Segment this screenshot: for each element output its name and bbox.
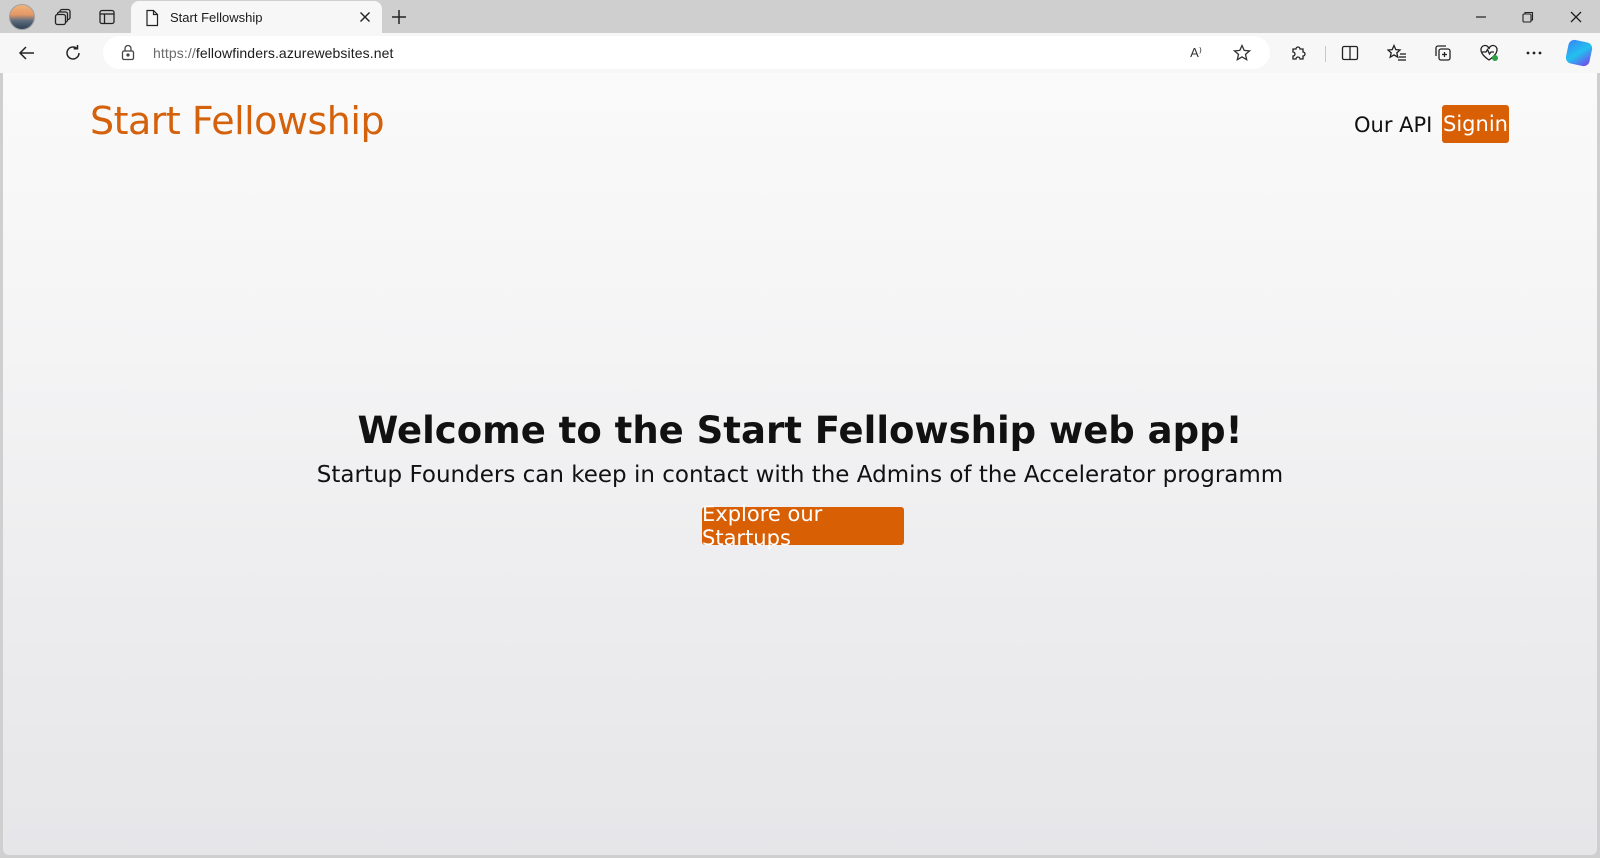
browser-essentials-button[interactable] — [1473, 37, 1505, 69]
new-tab-button[interactable] — [381, 2, 417, 32]
close-icon — [1570, 11, 1582, 22]
our-api-link[interactable]: Our API — [1354, 113, 1432, 137]
minimize-button[interactable] — [1458, 0, 1504, 33]
read-aloud-button[interactable]: A⁾ — [1184, 41, 1208, 65]
collections-icon — [1435, 45, 1451, 61]
back-arrow-icon — [18, 46, 34, 60]
plus-icon — [392, 10, 406, 24]
hero-title: Welcome to the Start Fellowship web app! — [357, 409, 1243, 452]
workspaces-button[interactable] — [45, 2, 81, 32]
hero-subtitle: Startup Founders can keep in contact wit… — [316, 462, 1284, 488]
tab-title: Start Fellowship — [170, 10, 263, 25]
toolbar-divider — [1325, 46, 1326, 62]
copilot-icon — [1564, 38, 1594, 68]
refresh-button[interactable] — [57, 37, 89, 69]
profile-avatar — [9, 4, 35, 30]
close-tab-button[interactable] — [356, 8, 374, 26]
explore-startups-button[interactable]: Explore our Startups — [702, 502, 904, 550]
refresh-icon — [66, 45, 80, 60]
url-host: fellowfinders.azurewebsites.net — [195, 45, 394, 61]
address-bar[interactable]: https://fellowfinders.azurewebsites.net … — [103, 36, 1270, 69]
heart-pulse-icon — [1480, 44, 1498, 61]
minimize-icon — [1476, 15, 1486, 18]
page-viewport: Start Fellowship Our API Signin Welcome … — [3, 73, 1597, 855]
puzzle-icon — [1292, 46, 1306, 60]
profile-button[interactable] — [4, 2, 40, 32]
lock-icon — [121, 44, 135, 61]
copilot-button[interactable] — [1563, 37, 1595, 69]
extensions-button[interactable] — [1283, 37, 1315, 69]
vertical-tabs-icon — [99, 9, 115, 25]
collections-button[interactable] — [1427, 37, 1459, 69]
workspaces-icon — [54, 8, 71, 26]
split-screen-icon — [1341, 45, 1359, 61]
active-tab[interactable]: Start Fellowship — [131, 1, 382, 34]
close-icon — [360, 12, 370, 22]
read-aloud-icon: A⁾ — [1190, 45, 1202, 60]
restore-button[interactable] — [1505, 0, 1551, 33]
back-button[interactable] — [11, 37, 43, 69]
url-text[interactable]: https://fellowfinders.azurewebsites.net — [153, 45, 393, 61]
close-window-button[interactable] — [1553, 0, 1599, 33]
more-icon — [1526, 51, 1542, 55]
signin-button[interactable]: Signin — [1442, 105, 1509, 143]
site-brand[interactable]: Start Fellowship — [90, 99, 385, 143]
browser-toolbar: https://fellowfinders.azurewebsites.net … — [0, 33, 1600, 73]
more-button[interactable] — [1518, 37, 1550, 69]
split-screen-button[interactable] — [1334, 37, 1366, 69]
favorites-button[interactable] — [1381, 37, 1413, 69]
vertical-tabs-button[interactable] — [89, 2, 125, 32]
restore-icon — [1522, 11, 1534, 23]
url-scheme: https:// — [153, 45, 196, 61]
favorites-icon — [1387, 44, 1406, 61]
tab-strip: Start Fellowship — [0, 0, 1600, 34]
page-icon — [146, 9, 159, 27]
add-favorite-button[interactable] — [1230, 41, 1254, 65]
star-icon — [1233, 44, 1251, 62]
